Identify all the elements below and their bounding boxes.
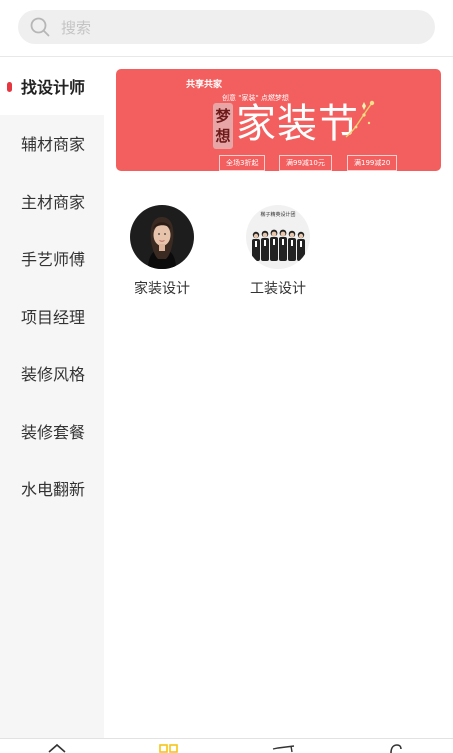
team-photo-avatar: 椭子精英设计团 <box>246 205 310 269</box>
sidebar-item-decor-package[interactable]: 装修套餐 <box>0 402 104 460</box>
female-designer-avatar <box>130 205 194 269</box>
sidebar-item-plumbing-renovation[interactable]: 水电翻新 <box>0 460 104 518</box>
sidebar-item-label: 装修套餐 <box>21 422 86 442</box>
search-icon <box>30 17 50 37</box>
category-sidebar: 找设计师 辅材商家 主材商家 手艺师傅 项目经理 装修风格 装修套餐 水电翻新 <box>0 57 104 738</box>
category-label: 工装设计 <box>250 281 306 297</box>
sparkle-decoration-icon <box>345 100 375 138</box>
sidebar-item-decor-style[interactable]: 装修风格 <box>0 345 104 403</box>
sidebar-item-label: 找设计师 <box>21 77 86 97</box>
banner-brand: 共享共家 <box>186 80 223 90</box>
banner-dream-char: 梦 <box>215 107 231 125</box>
active-marker <box>7 82 12 92</box>
category-home-design[interactable]: 家装设计 <box>122 205 202 298</box>
sidebar-item-project-manager[interactable]: 项目经理 <box>0 287 104 345</box>
top-bar: 搜索 <box>0 0 453 57</box>
sidebar-item-designer[interactable]: 找设计师 <box>0 57 104 115</box>
search-placeholder: 搜索 <box>61 18 92 37</box>
banner-promo: 全场3折起 <box>219 155 266 171</box>
sidebar-item-label: 辅材商家 <box>21 135 86 155</box>
banner-promo: 满99减10元 <box>279 155 332 171</box>
category-commercial-design[interactable]: 椭子精英设计团 工装设计 <box>238 205 318 298</box>
sidebar-item-craftsman[interactable]: 手艺师傅 <box>0 230 104 288</box>
banner-dream-char: 想 <box>215 127 231 145</box>
banner-promo: 满199减20 <box>347 155 398 171</box>
main-content: 共享共家 创意 "家装" 点燃梦想 梦 想 家装节 全场3折起 满99减10元 … <box>104 57 453 738</box>
banner-dream-badge: 梦 想 <box>213 103 233 149</box>
sidebar-item-label: 主材商家 <box>21 192 86 212</box>
sidebar-item-label: 装修风格 <box>21 365 86 385</box>
search-bar[interactable]: 搜索 <box>18 10 435 44</box>
team-photo-caption: 椭子精英设计团 <box>260 211 295 218</box>
category-label: 家装设计 <box>134 281 190 297</box>
bottom-tab-bar <box>0 738 453 753</box>
banner-title: 家装节 <box>236 101 359 147</box>
sidebar-item-main-materials[interactable]: 主材商家 <box>0 172 104 230</box>
sidebar-item-label: 手艺师傅 <box>21 250 86 270</box>
promo-banner[interactable]: 共享共家 创意 "家装" 点燃梦想 梦 想 家装节 全场3折起 满99减10元 … <box>116 69 441 171</box>
sidebar-item-label: 水电翻新 <box>21 480 86 500</box>
sidebar-item-label: 项目经理 <box>21 307 86 327</box>
sidebar-item-auxiliary-materials[interactable]: 辅材商家 <box>0 115 104 173</box>
